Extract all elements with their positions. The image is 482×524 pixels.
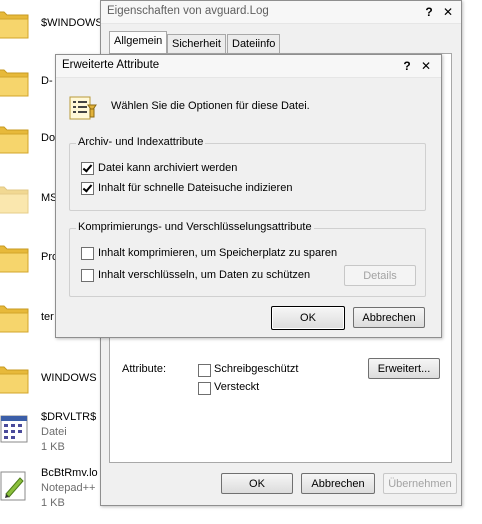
folder-item[interactable]: WINDOWS xyxy=(0,355,110,405)
file-name: BcBtRmv.lo xyxy=(41,467,98,479)
readonly-checkbox[interactable] xyxy=(198,364,211,377)
archive-checkbox[interactable] xyxy=(81,162,94,175)
tab-security[interactable]: Sicherheit xyxy=(167,34,226,53)
folder-icon xyxy=(0,11,29,39)
close-icon[interactable]: ✕ xyxy=(418,58,434,74)
encrypt-label[interactable]: Inhalt verschlüsseln, um Daten zu schütz… xyxy=(98,269,310,281)
file-name: $DRVLTR$ xyxy=(41,411,97,423)
advanced-attributes-dialog: Erweiterte Attribute ? ✕ Wählen Sie die … xyxy=(55,54,442,338)
file-item[interactable]: BcBtRmv.lo Notepad++ 1 KB xyxy=(0,464,110,524)
folder-icon xyxy=(0,305,29,333)
folder-label: ter xyxy=(41,311,54,323)
file-type: Datei xyxy=(41,426,67,438)
compress-checkbox[interactable] xyxy=(81,247,94,260)
properties-title: Eigenschaften von avguard.Log xyxy=(107,5,269,17)
folder-icon xyxy=(0,366,29,394)
hidden-label: Versteckt xyxy=(214,381,260,393)
folder-item[interactable]: $WINDOWS xyxy=(0,0,110,50)
properties-list-icon xyxy=(69,96,97,120)
folder-label: Do xyxy=(41,132,56,144)
archive-group-title: Archiv- und Indexattribute xyxy=(76,136,206,148)
advanced-ok-button[interactable]: OK xyxy=(271,306,345,330)
ok-button[interactable]: OK xyxy=(221,473,293,494)
intro-text: Wählen Sie die Optionen für diese Datei. xyxy=(111,100,310,112)
folder-icon xyxy=(0,245,29,273)
advanced-cancel-button[interactable]: Abbrechen xyxy=(353,307,425,328)
folder-label: $WINDOWS xyxy=(41,17,103,29)
folder-label: WINDOWS xyxy=(41,372,97,384)
advanced-button[interactable]: Erweitert... xyxy=(368,358,440,379)
cancel-button[interactable]: Abbrechen xyxy=(301,473,375,494)
file-item[interactable]: $DRVLTR$ Datei 1 KB xyxy=(0,408,110,468)
folder-icon xyxy=(0,186,29,214)
archive-label[interactable]: Datei kann archiviert werden xyxy=(98,162,237,174)
compress-encrypt-group: Komprimierungs- und Verschlüsselungsattr… xyxy=(69,221,426,297)
system-file-icon xyxy=(0,415,28,443)
hidden-checkbox[interactable] xyxy=(198,382,211,395)
properties-titlebar[interactable]: Eigenschaften von avguard.Log ? ✕ xyxy=(101,1,461,24)
folder-label: D- xyxy=(41,75,53,87)
compress-label[interactable]: Inhalt komprimieren, um Speicherplatz zu… xyxy=(98,247,337,259)
folder-icon xyxy=(0,69,29,97)
index-label[interactable]: Inhalt für schnelle Dateisuche indiziere… xyxy=(98,182,292,194)
help-icon[interactable]: ? xyxy=(421,4,437,20)
attributes-label: Attribute: xyxy=(122,363,167,375)
file-size: 1 KB xyxy=(41,441,65,453)
file-size: 1 KB xyxy=(41,497,65,509)
notepad-file-icon xyxy=(0,471,26,501)
folder-icon xyxy=(0,126,29,154)
advanced-title: Erweiterte Attribute xyxy=(62,59,160,71)
details-button[interactable]: Details xyxy=(344,265,416,286)
readonly-label: Schreibgeschützt xyxy=(214,363,299,375)
compress-group-title: Komprimierungs- und Verschlüsselungsattr… xyxy=(76,221,314,233)
help-icon[interactable]: ? xyxy=(399,58,415,74)
close-icon[interactable]: ✕ xyxy=(440,4,456,20)
apply-button[interactable]: Übernehmen xyxy=(383,473,457,494)
archive-index-group: Archiv- und Indexattribute Datei kann ar… xyxy=(69,136,426,211)
index-checkbox[interactable] xyxy=(81,182,94,195)
advanced-titlebar[interactable]: Erweiterte Attribute ? ✕ xyxy=(56,55,441,78)
file-type: Notepad++ xyxy=(41,482,96,494)
tab-general[interactable]: Allgemein xyxy=(109,31,168,53)
tab-details[interactable]: Dateiinfo xyxy=(227,34,281,53)
encrypt-checkbox[interactable] xyxy=(81,269,94,282)
